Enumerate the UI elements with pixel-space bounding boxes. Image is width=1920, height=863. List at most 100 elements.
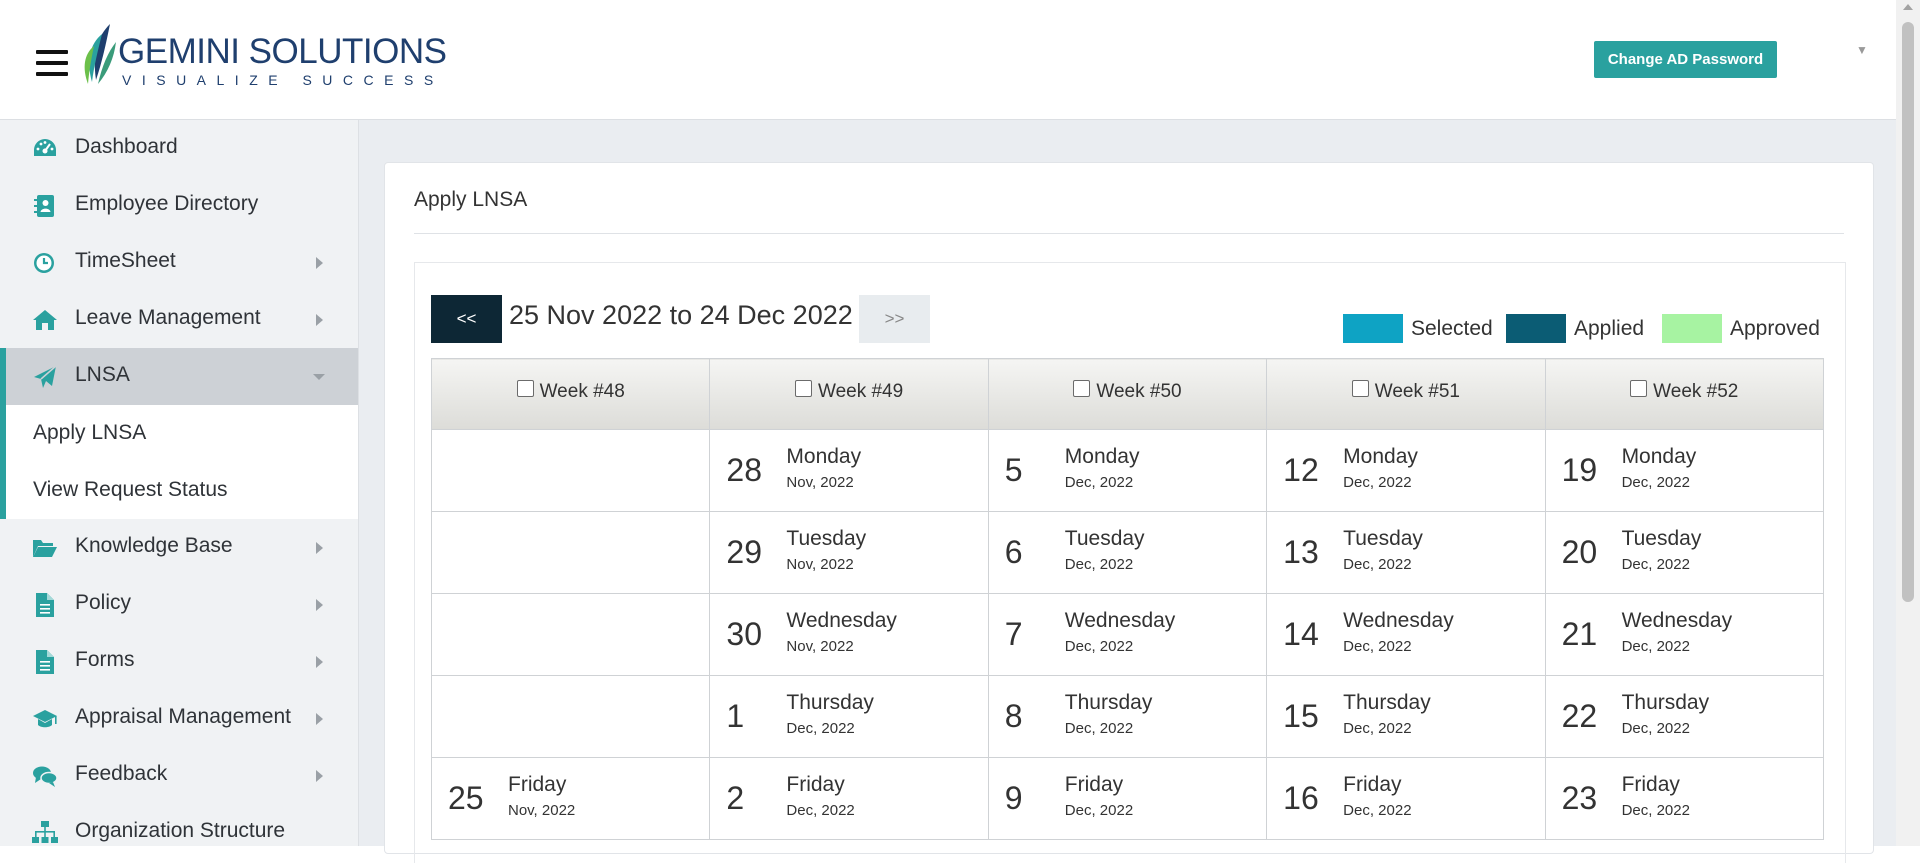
calendar-row: 1 Thursday Dec, 2022 8 Thursday Dec, 2022 15 Th… <box>430 675 1825 758</box>
sidebar-item-leave-management[interactable]: Leave Management <box>0 291 358 348</box>
sidebar-item-label: Employee Directory <box>75 192 259 215</box>
day-number: 29 <box>726 534 762 570</box>
day-name: Thursday <box>1621 691 1710 714</box>
calendar-day-cell[interactable]: 13 Tuesday Dec, 2022 <box>1266 511 1546 594</box>
week-select-checkbox[interactable] <box>1351 379 1369 397</box>
leaf-logo-icon <box>84 24 116 84</box>
day-name: Tuesday <box>1343 527 1423 550</box>
folder-open-icon <box>33 540 57 557</box>
week-select-checkbox[interactable] <box>1630 379 1648 397</box>
calendar-day-cell[interactable]: 15 Thursday Dec, 2022 <box>1266 675 1546 758</box>
sidebar-item-dashboard[interactable]: Dashboard <box>0 120 358 177</box>
calendar-day-cell[interactable]: 30 Wednesday Nov, 2022 <box>709 593 989 676</box>
scrollbar-thumb[interactable] <box>1902 22 1914 602</box>
calendar-day-cell[interactable]: 12 Monday Dec, 2022 <box>1266 429 1546 512</box>
calendar-day-cell[interactable]: 25 Friday Nov, 2022 <box>430 757 711 840</box>
sidebar-item-policy[interactable]: Policy <box>0 576 358 633</box>
calendar-day-cell[interactable]: 16 Friday Dec, 2022 <box>1266 757 1546 840</box>
day-month: Dec, 2022 <box>1343 802 1412 819</box>
day-name: Thursday <box>1064 691 1153 714</box>
calendar-day-cell[interactable]: 5 Monday Dec, 2022 <box>987 429 1268 512</box>
day-number: 8 <box>1004 698 1023 734</box>
sidebar-item-employee-directory[interactable]: Employee Directory <box>0 177 358 234</box>
sidebar-subitem-apply-lnsa[interactable]: Apply LNSA <box>0 405 358 462</box>
day-number: 13 <box>1283 534 1319 570</box>
day-name: Thursday <box>786 691 874 714</box>
week-select-checkbox[interactable] <box>1073 379 1091 397</box>
day-number: 20 <box>1561 534 1598 570</box>
approved-swatch <box>1662 314 1722 343</box>
dashboard-icon <box>34 139 56 156</box>
day-number: 16 <box>1283 780 1319 816</box>
sidebar-item-label: Leave Management <box>75 306 261 329</box>
day-month: Dec, 2022 <box>1343 638 1412 655</box>
sidebar-item-organization-structure[interactable]: Organization Structure <box>0 804 358 861</box>
calendar-row: 30 Wednesday Nov, 2022 7 Wednesday Dec, 2022 1… <box>430 593 1825 676</box>
day-name: Monday <box>1621 445 1697 468</box>
sidebar-item-label: Dashboard <box>75 135 178 158</box>
calendar-day-cell[interactable]: 2 Friday Dec, 2022 <box>709 757 989 840</box>
week-label: Week #48 <box>539 381 625 403</box>
day-name: Friday <box>1064 773 1124 796</box>
day-name: Friday <box>1343 773 1402 796</box>
calendar-day-cell[interactable]: 6 Tuesday Dec, 2022 <box>987 511 1268 594</box>
sidebar-item-timesheet[interactable]: TimeSheet <box>0 234 358 291</box>
sidebar-item-lnsa[interactable]: LNSA <box>0 348 358 405</box>
sidebar-item-appraisal-management[interactable]: Appraisal Management <box>0 690 358 747</box>
week-label: Week #50 <box>1096 381 1182 403</box>
calendar-day-cell[interactable]: 7 Wednesday Dec, 2022 <box>987 593 1268 676</box>
document-icon <box>36 593 54 617</box>
home-icon <box>33 310 57 330</box>
legend-label-selected: Selected <box>1411 317 1493 340</box>
day-name: Tuesday <box>1064 527 1145 550</box>
day-name: Tuesday <box>786 527 867 550</box>
week-header: Week #51 <box>1266 358 1546 430</box>
calendar-day-cell[interactable]: 14 Wednesday Dec, 2022 <box>1266 593 1546 676</box>
day-month: Dec, 2022 <box>786 802 855 819</box>
week-header: Week #48 <box>430 358 711 430</box>
contacts-icon <box>34 195 54 217</box>
sidebar-item-forms[interactable]: Forms <box>0 633 358 690</box>
clock-icon <box>34 253 54 273</box>
sidebar-item-feedback[interactable]: Feedback <box>0 747 358 804</box>
calendar-day-cell[interactable]: 8 Thursday Dec, 2022 <box>987 675 1268 758</box>
lnsa-calendar-table: Week #48 Week #49 Week #50 Week #51 Week #52… <box>430 358 1825 840</box>
calendar-day-cell[interactable]: 29 Tuesday Nov, 2022 <box>709 511 989 594</box>
change-ad-password-button[interactable]: Change AD Password <box>1594 41 1777 78</box>
collapse-arrow-icon <box>313 374 325 380</box>
calendar-day-cell[interactable]: 22 Thursday Dec, 2022 <box>1544 675 1825 758</box>
day-number: 21 <box>1561 616 1598 652</box>
company-logo[interactable]: GEMINI SOLUTIONS VISUALIZE SUCCESS <box>80 22 447 90</box>
paper-plane-icon <box>34 365 57 388</box>
day-number: 12 <box>1283 452 1319 488</box>
day-number: 19 <box>1561 452 1598 488</box>
scroll-up-arrow-icon[interactable] <box>1903 4 1913 10</box>
logo-tagline: VISUALIZE SUCCESS <box>122 72 444 88</box>
previous-period-button[interactable]: << <box>431 295 502 343</box>
day-name: Monday <box>1343 445 1418 468</box>
sitemap-icon <box>32 821 58 843</box>
calendar-day-cell[interactable]: 21 Wednesday Dec, 2022 <box>1544 593 1825 676</box>
page-scrollbar[interactable] <box>1896 0 1920 846</box>
empty-day-cell <box>430 429 711 512</box>
week-select-checkbox[interactable] <box>516 379 534 397</box>
user-menu-dropdown-icon[interactable]: ▼ <box>1856 43 1868 57</box>
calendar-day-cell[interactable]: 28 Monday Nov, 2022 <box>709 429 989 512</box>
sidebar-subitem-view-request-status[interactable]: View Request Status <box>0 462 358 519</box>
week-header: Week #52 <box>1544 358 1825 430</box>
calendar-day-cell[interactable]: 1 Thursday Dec, 2022 <box>709 675 989 758</box>
calendar-day-cell[interactable]: 20 Tuesday Dec, 2022 <box>1544 511 1825 594</box>
sidebar-item-label: Knowledge Base <box>75 534 233 557</box>
next-period-button[interactable]: >> <box>859 295 930 343</box>
calendar-day-cell[interactable]: 23 Friday Dec, 2022 <box>1544 757 1825 840</box>
legend-label-approved: Approved <box>1730 317 1820 340</box>
page-title: Apply LNSA <box>414 188 528 211</box>
sidebar-item-knowledge-base[interactable]: Knowledge Base <box>0 519 358 576</box>
empty-day-cell <box>430 511 711 594</box>
hamburger-menu-icon[interactable] <box>36 50 68 76</box>
calendar-day-cell[interactable]: 19 Monday Dec, 2022 <box>1544 429 1825 512</box>
week-select-checkbox[interactable] <box>794 379 812 397</box>
day-name: Wednesday <box>1621 609 1733 632</box>
calendar-day-cell[interactable]: 9 Friday Dec, 2022 <box>987 757 1268 840</box>
day-month: Nov, 2022 <box>786 638 854 655</box>
